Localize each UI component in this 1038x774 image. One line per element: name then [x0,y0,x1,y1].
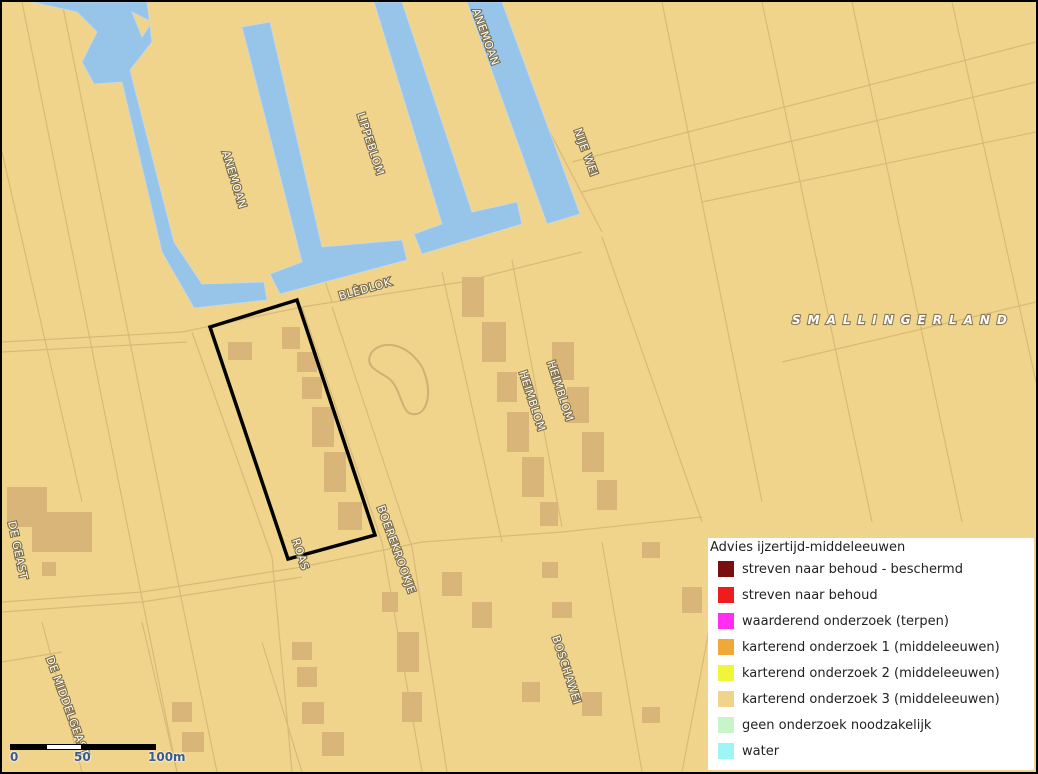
street-label-boschawei: BOSCHAWEI [549,634,583,706]
legend-item-label: water [742,743,780,759]
scale-bar-segment [82,744,156,750]
legend-swatch [718,613,734,629]
map-legend: Advies ijzertijd-middeleeuwen streven na… [708,538,1034,770]
legend-item: karterend onderzoek 3 (middeleeuwen) [708,686,1034,712]
legend-swatch [718,561,734,577]
legend-title: Advies ijzertijd-middeleeuwen [710,540,906,555]
street-label-de-geast: DE GEAST [5,520,30,581]
legend-item-label: karterend onderzoek 3 (middeleeuwen) [742,691,1000,707]
legend-item: water [708,738,1034,764]
scale-label-100m: 100m [148,750,186,764]
legend-item-label: geen onderzoek noodzakelijk [742,717,932,733]
street-label-anemoan-1: ANEMOAN [219,149,249,210]
scale-label-0: 0 [10,750,19,764]
legend-item-label: streven naar behoud - beschermd [742,561,963,577]
buildings [7,277,702,756]
legend-swatch [718,717,734,733]
street-label-lippeblom: LIPPEBLOM [354,111,387,177]
scale-label-50: 50 [74,750,91,764]
legend-item-label: karterend onderzoek 2 (middeleeuwen) [742,665,1000,681]
legend-swatch [718,691,734,707]
street-label-bledlok: BLÊDLOK [337,275,393,303]
oval-path [368,344,430,416]
legend-item-label: karterend onderzoek 1 (middeleeuwen) [742,639,1000,655]
legend-item: streven naar behoud [708,582,1034,608]
legend-item: karterend onderzoek 1 (middeleeuwen) [708,634,1034,660]
legend-swatch [718,639,734,655]
street-label-roas: ROAS [289,537,311,572]
legend-item-label: waarderend onderzoek (terpen) [742,613,949,629]
street-label-nije-wei: NIJE WEI [571,127,600,179]
legend-item: waarderend onderzoek (terpen) [708,608,1034,634]
legend-swatch [718,665,734,681]
legend-item: streven naar behoud - beschermd [708,556,1034,582]
scale-bar: 0 50 100m [8,741,186,767]
legend-swatch [718,587,734,603]
legend-item: karterend onderzoek 2 (middeleeuwen) [708,660,1034,686]
legend-item: geen onderzoek noodzakelijk [708,712,1034,738]
region-label: SMALLINGERLAND [792,313,1014,327]
street-label-boerekrookje: BOEREKROOKJE [374,504,418,596]
legend-item-label: streven naar behoud [742,587,878,603]
legend-swatch [718,743,734,759]
